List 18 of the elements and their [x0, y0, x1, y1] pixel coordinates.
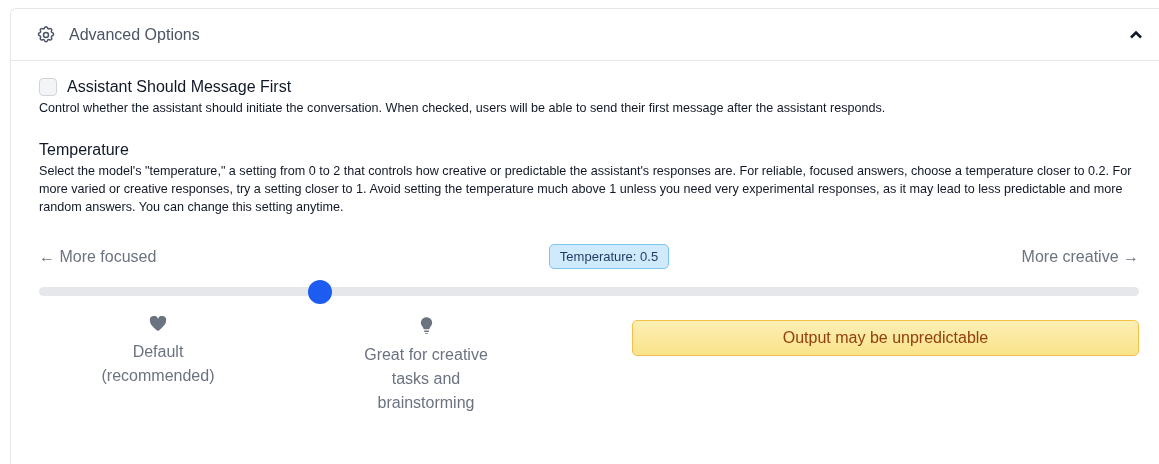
marker-caption: Great for creative tasks and brainstorming: [363, 345, 489, 413]
lightbulb-icon: [419, 316, 433, 335]
description-text: Select the model's "temperature," a setting from 0 to 2 that controls how creative or predictable the assistant's responses are. For reliable, focused answers, choose a temperature closer to 0.2. For more varied or creative responses, try a setting closer to 1. Avoid setting the temperature much above 1 unless you need very experimental responses, as it may lead to less predictable and more random answers. You can change this setting anytime.: [39, 163, 1133, 216]
warning-banner: Output may be unpredictable: [632, 320, 1139, 356]
chevron-up-icon: [1129, 30, 1143, 39]
checkbox-label: Assistant Should Message First: [67, 78, 292, 96]
heart-icon: [149, 316, 167, 332]
panel-title: Advanced Options: [69, 25, 201, 44]
settings-icon: [36, 24, 56, 45]
scale-label: More creative →: [1021, 247, 1139, 266]
description-text: Control whether the assistant should initiate the conversation. When checked, users will be able to send their first message after the assistant responds.: [39, 100, 887, 117]
checkbox[interactable]: [39, 78, 57, 96]
value-badge: Temperature: 0.5: [548, 244, 670, 269]
panel-header[interactable]: Advanced Options: [11, 9, 1159, 61]
marker-caption: Default (recommended): [100, 342, 216, 386]
slider-thumb[interactable]: [307, 280, 332, 304]
section-heading: Temperature: [39, 141, 130, 159]
scale-label: ← More focused: [39, 247, 157, 266]
